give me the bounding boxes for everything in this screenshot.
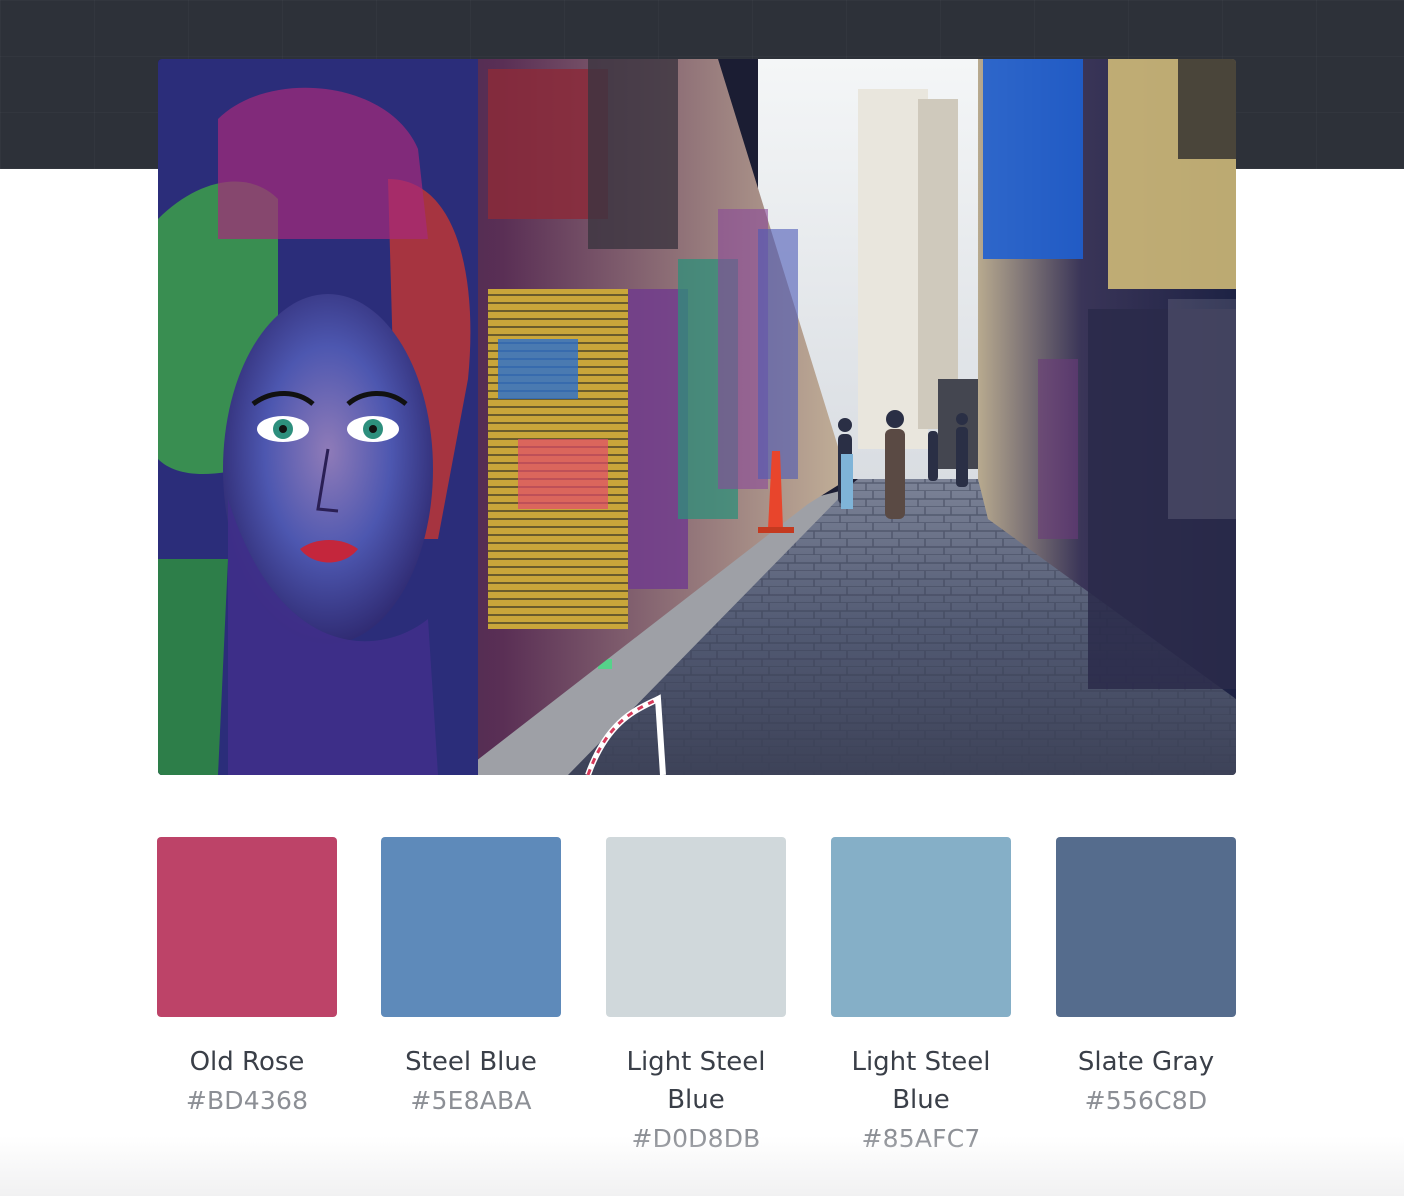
color-hex[interactable]: #BD4368 bbox=[156, 1081, 338, 1121]
color-name: Light Steel Blue bbox=[851, 1047, 991, 1115]
color-name: Light Steel Blue bbox=[626, 1047, 766, 1115]
color-palette: Old Rose #BD4368 Steel Blue #5E8ABA Ligh… bbox=[156, 837, 1238, 1167]
color-name: Slate Gray bbox=[1077, 1047, 1215, 1077]
palette-item-light-steel-blue-2[interactable]: Light Steel Blue #85AFC7 bbox=[830, 837, 1012, 1159]
swatch-light-steel-blue-2[interactable] bbox=[831, 837, 1011, 1017]
color-hex[interactable]: #5E8ABA bbox=[380, 1081, 562, 1121]
page: Old Rose #BD4368 Steel Blue #5E8ABA Ligh… bbox=[0, 0, 1404, 1196]
color-hex[interactable]: #556C8D bbox=[1055, 1081, 1237, 1121]
swatch-slate-gray[interactable] bbox=[1056, 837, 1236, 1017]
bottom-fade bbox=[0, 1136, 1404, 1196]
swatch-old-rose[interactable] bbox=[157, 837, 337, 1017]
color-name: Old Rose bbox=[189, 1047, 305, 1077]
color-name: Steel Blue bbox=[405, 1047, 537, 1077]
palette-item-light-steel-blue-1[interactable]: Light Steel Blue #D0D8DB bbox=[605, 837, 787, 1159]
swatch-steel-blue[interactable] bbox=[381, 837, 561, 1017]
palette-item-steel-blue[interactable]: Steel Blue #5E8ABA bbox=[380, 837, 562, 1121]
palette-item-old-rose[interactable]: Old Rose #BD4368 bbox=[156, 837, 338, 1121]
palette-item-slate-gray[interactable]: Slate Gray #556C8D bbox=[1055, 837, 1237, 1121]
swatch-light-steel-blue-1[interactable] bbox=[606, 837, 786, 1017]
laneway-photo[interactable] bbox=[158, 59, 1236, 775]
